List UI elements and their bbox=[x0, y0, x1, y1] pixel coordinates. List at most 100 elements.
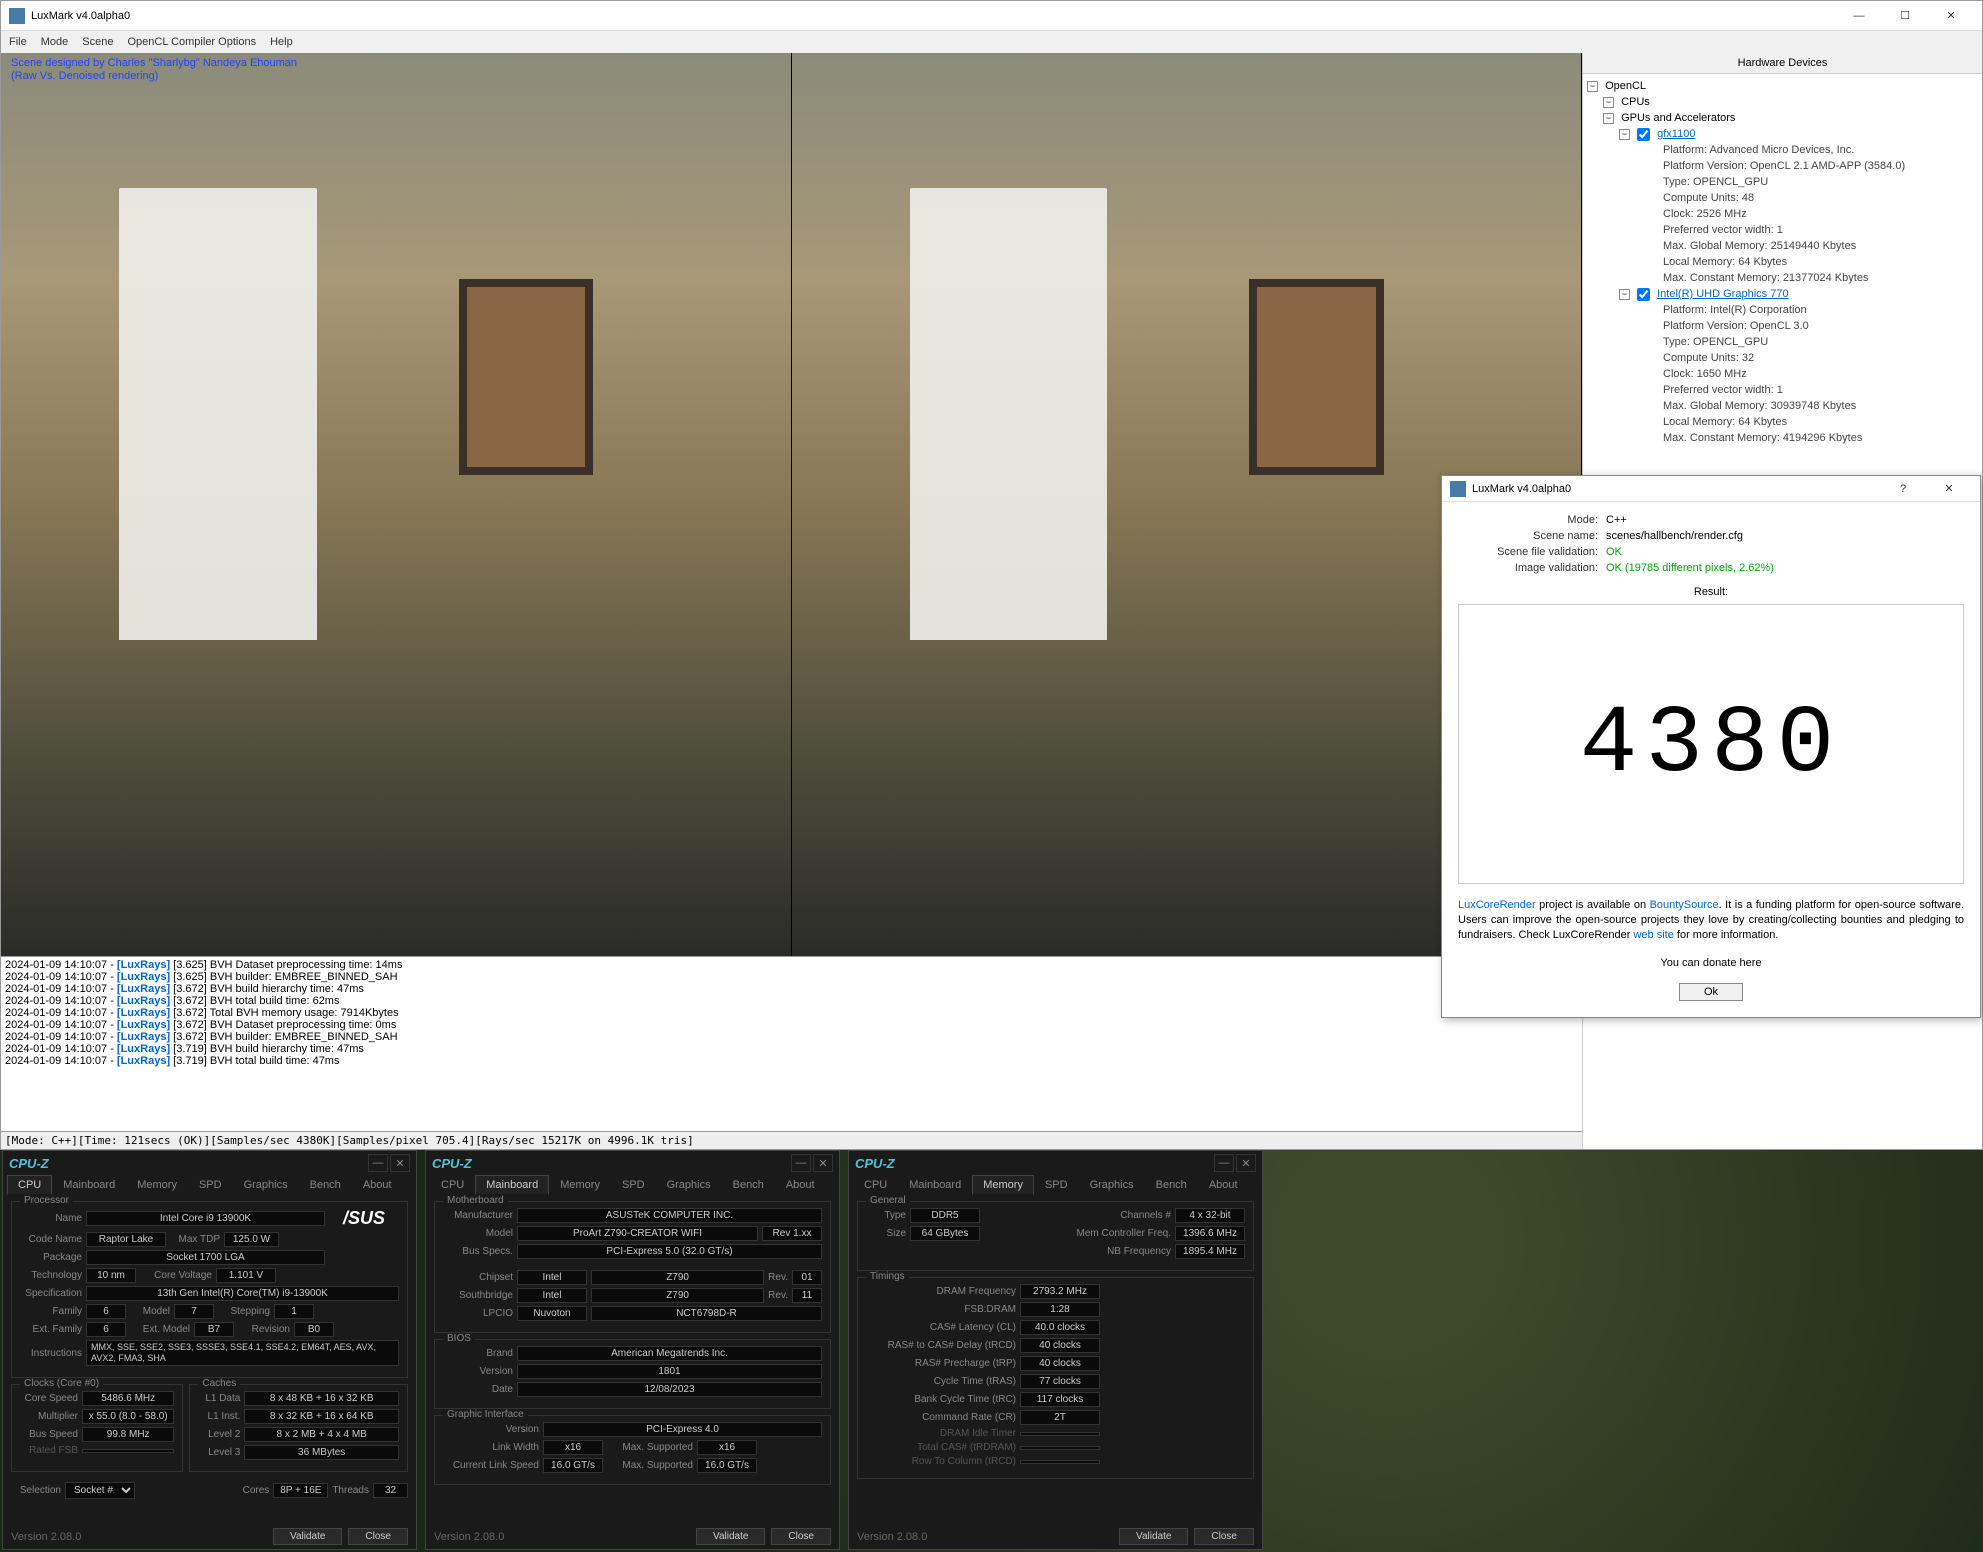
tree-gpus[interactable]: GPUs and Accelerators bbox=[1621, 110, 1735, 126]
tab-memory[interactable]: Memory bbox=[972, 1175, 1034, 1195]
status-bar: [Mode: C++][Time: 121secs (OK)][Samples/… bbox=[1, 1131, 1582, 1149]
scene-credit: Scene designed by Charles "Sharlybg" Nan… bbox=[11, 57, 297, 70]
minimize-button[interactable]: — bbox=[1836, 1, 1882, 31]
close-button[interactable]: ✕ bbox=[1926, 474, 1972, 504]
website-link[interactable]: web site bbox=[1633, 929, 1673, 941]
close-button[interactable]: ✕ bbox=[813, 1154, 833, 1172]
dram-freq: 2793.2 MHz bbox=[1020, 1284, 1100, 1299]
device-prop: Preferred vector width: 1 bbox=[1587, 382, 1978, 398]
link-speed: 16.0 GT/s bbox=[543, 1458, 603, 1473]
device-intel[interactable]: Intel(R) UHD Graphics 770 bbox=[1657, 286, 1788, 302]
scene-label: Scene name: bbox=[1458, 530, 1598, 542]
tab-bench[interactable]: Bench bbox=[1145, 1175, 1198, 1195]
tab-spd[interactable]: SPD bbox=[188, 1175, 233, 1195]
close-button[interactable]: ✕ bbox=[1928, 1, 1974, 31]
menu-file[interactable]: File bbox=[9, 36, 27, 48]
donate-link[interactable]: here bbox=[1740, 957, 1762, 969]
sb-model: Z790 bbox=[591, 1288, 764, 1303]
tab-memory[interactable]: Memory bbox=[549, 1175, 611, 1195]
tree-toggle-icon[interactable]: − bbox=[1619, 129, 1630, 140]
luxcore-link[interactable]: LuxCoreRender bbox=[1458, 899, 1536, 911]
tab-memory[interactable]: Memory bbox=[126, 1175, 188, 1195]
group-bios: BIOS bbox=[443, 1333, 475, 1344]
bounty-link[interactable]: BountySource bbox=[1650, 899, 1719, 911]
hardware-tree[interactable]: − OpenCL − CPUs − GPUs and Accelerators … bbox=[1583, 74, 1982, 450]
close-button[interactable]: ✕ bbox=[1236, 1154, 1256, 1172]
close-button[interactable]: Close bbox=[348, 1528, 408, 1545]
group-general: General bbox=[866, 1195, 910, 1206]
scene-subcredit: (Raw Vs. Denoised rendering) bbox=[11, 70, 297, 83]
lpcio-model: NCT6798D-R bbox=[591, 1306, 822, 1321]
hardware-panel-title: Hardware Devices bbox=[1583, 53, 1982, 74]
cpu-ext-family: 6 bbox=[86, 1322, 126, 1337]
tab-about[interactable]: About bbox=[352, 1175, 403, 1195]
group-graphic-interface: Graphic Interface bbox=[443, 1409, 528, 1420]
menu-help[interactable]: Help bbox=[270, 36, 293, 48]
rated-fsb bbox=[82, 1449, 174, 1453]
menu-opencl[interactable]: OpenCL Compiler Options bbox=[127, 36, 256, 48]
chipset-vendor: Intel bbox=[517, 1270, 587, 1285]
mem-size: 64 GBytes bbox=[910, 1226, 980, 1241]
menubar: File Mode Scene OpenCL Compiler Options … bbox=[1, 31, 1982, 53]
cpu-package: Socket 1700 LGA bbox=[86, 1250, 325, 1265]
device-prop: Type: OPENCL_GPU bbox=[1587, 174, 1978, 190]
l1-data: 8 x 48 KB + 16 x 32 KB bbox=[244, 1391, 399, 1406]
mobo-mfr: ASUSTeK COMPUTER INC. bbox=[517, 1208, 822, 1223]
socket-select[interactable]: Socket #1 bbox=[65, 1482, 135, 1499]
ok-button[interactable]: Ok bbox=[1679, 983, 1743, 1001]
asus-logo: /SUS bbox=[329, 1208, 399, 1229]
tab-bench[interactable]: Bench bbox=[299, 1175, 352, 1195]
validate-button[interactable]: Validate bbox=[273, 1528, 342, 1545]
tree-opencl[interactable]: OpenCL bbox=[1605, 78, 1646, 94]
help-button[interactable]: ? bbox=[1880, 474, 1926, 504]
tab-graphics[interactable]: Graphics bbox=[1079, 1175, 1145, 1195]
tab-cpu[interactable]: CPU bbox=[430, 1175, 475, 1195]
tab-cpu[interactable]: CPU bbox=[853, 1175, 898, 1195]
tree-cpus[interactable]: CPUs bbox=[1621, 94, 1650, 110]
tree-toggle-icon[interactable]: − bbox=[1587, 81, 1598, 92]
minimize-button[interactable]: — bbox=[368, 1154, 388, 1172]
cpu-model: 7 bbox=[174, 1304, 214, 1319]
tab-graphics[interactable]: Graphics bbox=[656, 1175, 722, 1195]
device-gfx1100[interactable]: gfx1100 bbox=[1657, 126, 1695, 142]
cpuz-brand: CPU-Z bbox=[432, 1156, 472, 1171]
tree-toggle-icon[interactable]: − bbox=[1603, 113, 1614, 124]
tree-toggle-icon[interactable]: − bbox=[1619, 289, 1630, 300]
device-prop: Compute Units: 32 bbox=[1587, 350, 1978, 366]
device-checkbox[interactable] bbox=[1637, 128, 1650, 141]
titlebar[interactable]: LuxMark v4.0alpha0 — ☐ ✕ bbox=[1, 1, 1982, 31]
tree-toggle-icon[interactable]: − bbox=[1603, 97, 1614, 108]
tab-mainboard[interactable]: Mainboard bbox=[898, 1175, 972, 1195]
total-cas bbox=[1020, 1446, 1100, 1450]
tab-mainboard[interactable]: Mainboard bbox=[52, 1175, 126, 1195]
menu-scene[interactable]: Scene bbox=[82, 36, 113, 48]
l3: 36 MBytes bbox=[244, 1445, 399, 1460]
validate-button[interactable]: Validate bbox=[1119, 1528, 1188, 1545]
close-button[interactable]: ✕ bbox=[390, 1154, 410, 1172]
validate-button[interactable]: Validate bbox=[696, 1528, 765, 1545]
tab-about[interactable]: About bbox=[1198, 1175, 1249, 1195]
menu-mode[interactable]: Mode bbox=[41, 36, 69, 48]
minimize-button[interactable]: — bbox=[1214, 1154, 1234, 1172]
cpuz-brand: CPU-Z bbox=[9, 1156, 49, 1171]
tab-spd[interactable]: SPD bbox=[1034, 1175, 1079, 1195]
cpuz-window-cpu: CPU-Z —✕ CPU Mainboard Memory SPD Graphic… bbox=[2, 1150, 417, 1550]
dram-idle bbox=[1020, 1432, 1100, 1436]
trp: 40 clocks bbox=[1020, 1356, 1100, 1371]
maximize-button[interactable]: ☐ bbox=[1882, 1, 1928, 31]
log-panel[interactable]: 2024-01-09 14:10:07 - [LuxRays] [3.625] … bbox=[1, 956, 1582, 1131]
bios-date: 12/08/2023 bbox=[517, 1382, 822, 1397]
tab-bench[interactable]: Bench bbox=[722, 1175, 775, 1195]
tab-cpu[interactable]: CPU bbox=[7, 1175, 52, 1195]
tab-mainboard[interactable]: Mainboard bbox=[475, 1175, 549, 1195]
tab-spd[interactable]: SPD bbox=[611, 1175, 656, 1195]
close-button[interactable]: Close bbox=[1194, 1528, 1254, 1545]
device-checkbox[interactable] bbox=[1637, 288, 1650, 301]
tab-about[interactable]: About bbox=[775, 1175, 826, 1195]
tab-graphics[interactable]: Graphics bbox=[233, 1175, 299, 1195]
device-prop: Max. Global Memory: 25149440 Kbytes bbox=[1587, 238, 1978, 254]
device-prop: Clock: 1650 MHz bbox=[1587, 366, 1978, 382]
close-button[interactable]: Close bbox=[771, 1528, 831, 1545]
minimize-button[interactable]: — bbox=[791, 1154, 811, 1172]
group-processor: Processor bbox=[20, 1195, 73, 1206]
